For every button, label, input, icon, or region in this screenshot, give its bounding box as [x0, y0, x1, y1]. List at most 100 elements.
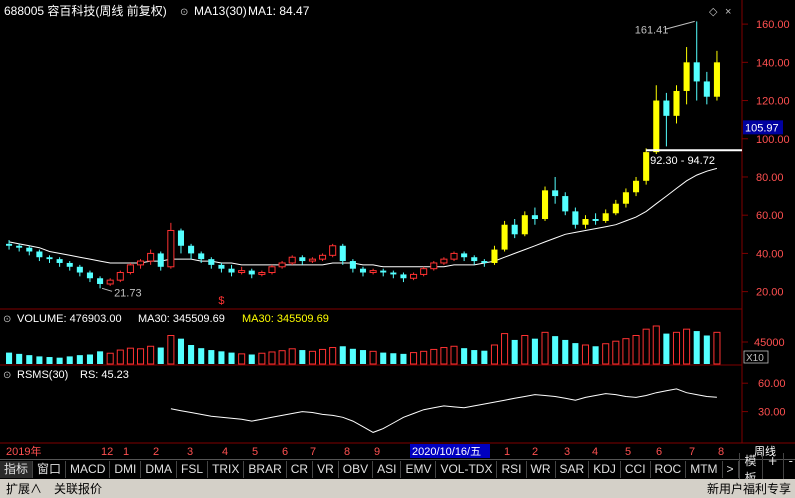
candle[interactable]: [602, 209, 609, 223]
candle[interactable]: [481, 259, 488, 267]
candle[interactable]: [430, 261, 438, 271]
tab--[interactable]: >: [723, 461, 739, 478]
candle[interactable]: [390, 270, 397, 279]
tab-cci[interactable]: CCI: [621, 461, 651, 478]
tab-brar[interactable]: BRAR: [244, 461, 287, 478]
candle[interactable]: [380, 268, 387, 277]
candle[interactable]: [76, 264, 83, 277]
rsms-panel-icon[interactable]: ⊙: [3, 370, 11, 381]
candle[interactable]: [359, 266, 367, 277]
tab-dma[interactable]: DMA: [141, 461, 178, 478]
candle[interactable]: [218, 262, 225, 273]
tab-roc[interactable]: ROC: [651, 461, 687, 478]
expand-button[interactable]: 扩展∧: [0, 480, 48, 497]
candle[interactable]: [26, 245, 33, 256]
candle[interactable]: [653, 85, 660, 155]
candle[interactable]: [308, 257, 316, 263]
volume-panel-icon[interactable]: ⊙: [3, 314, 11, 325]
candle[interactable]: [6, 240, 13, 250]
candle[interactable]: [56, 257, 63, 267]
candle[interactable]: [440, 257, 448, 265]
related-quote-button[interactable]: 关联报价: [48, 480, 108, 497]
tab-sar[interactable]: SAR: [556, 461, 590, 478]
candle[interactable]: [450, 251, 458, 262]
candle[interactable]: [461, 251, 468, 262]
candle[interactable]: [349, 259, 356, 273]
candle[interactable]: [643, 148, 650, 185]
chart-canvas[interactable]: 688005 容百科技(周线 前复权) ⊙ MA13(30) MA1: 84.4…: [0, 0, 795, 460]
tab-vol-tdx[interactable]: VOL-TDX: [436, 461, 498, 478]
tab-asi[interactable]: ASI: [373, 461, 402, 478]
candle[interactable]: [703, 71, 710, 105]
candle[interactable]: [511, 219, 518, 239]
candle[interactable]: [268, 264, 276, 275]
candle[interactable]: [167, 222, 175, 269]
candle[interactable]: [329, 243, 337, 258]
candle[interactable]: [531, 207, 538, 225]
candle[interactable]: [258, 270, 266, 277]
tab-cr[interactable]: CR: [287, 461, 314, 478]
candle[interactable]: [126, 262, 134, 275]
volume-bars[interactable]: [6, 325, 721, 365]
candle[interactable]: [541, 186, 549, 221]
candle[interactable]: [663, 92, 670, 147]
tab-obv[interactable]: OBV: [339, 461, 374, 478]
new-user-promo[interactable]: 新用户福利专享: [707, 480, 795, 497]
candle[interactable]: [683, 47, 690, 105]
candle[interactable]: [97, 276, 104, 289]
tab-vr[interactable]: VR: [313, 461, 339, 478]
candle[interactable]: [238, 266, 246, 275]
candle[interactable]: [278, 261, 286, 269]
tab-rsi[interactable]: RSI: [497, 461, 527, 478]
diamond-icon[interactable]: ◇: [709, 6, 718, 18]
candle[interactable]: [157, 251, 164, 271]
candle[interactable]: [521, 211, 528, 237]
tab-dmi[interactable]: DMI: [110, 461, 142, 478]
candle[interactable]: [248, 268, 255, 279]
candle[interactable]: [410, 272, 418, 281]
candle[interactable]: [46, 255, 53, 263]
candle[interactable]: [572, 207, 579, 229]
candle[interactable]: [188, 243, 195, 260]
candle[interactable]: [633, 176, 640, 197]
tab-wr[interactable]: WR: [527, 461, 556, 478]
tab-fsl[interactable]: FSL: [177, 461, 209, 478]
candle[interactable]: [562, 192, 569, 216]
candle[interactable]: [369, 268, 377, 275]
candle[interactable]: [208, 257, 215, 269]
candle[interactable]: [420, 266, 428, 277]
candle[interactable]: [66, 261, 73, 271]
tab-窗口[interactable]: 窗口: [33, 461, 67, 478]
candle[interactable]: [36, 249, 43, 262]
candle[interactable]: [177, 228, 185, 254]
candle[interactable]: [673, 85, 680, 124]
candle[interactable]: [612, 199, 619, 216]
tab-emv[interactable]: EMV: [401, 461, 437, 478]
candlesticks[interactable]: [6, 21, 720, 289]
candle[interactable]: [552, 176, 559, 204]
tab-mtm[interactable]: MTM: [686, 461, 723, 478]
candle[interactable]: [582, 215, 589, 229]
candle[interactable]: [147, 249, 155, 265]
candle[interactable]: [106, 278, 114, 286]
candle[interactable]: [693, 21, 700, 101]
ma-settings-icon[interactable]: ⊙: [180, 7, 188, 18]
tab-指标[interactable]: 指标: [0, 461, 34, 478]
candle[interactable]: [16, 243, 23, 252]
event-marker[interactable]: $: [218, 295, 224, 307]
candle[interactable]: [319, 253, 327, 262]
candle[interactable]: [86, 270, 93, 283]
candle[interactable]: [501, 220, 508, 252]
candle[interactable]: [491, 245, 498, 265]
candle[interactable]: [592, 213, 599, 225]
candle[interactable]: [713, 50, 720, 101]
tab-kdj[interactable]: KDJ: [589, 461, 621, 478]
tab-trix[interactable]: TRIX: [208, 461, 245, 478]
close-icon[interactable]: ×: [725, 6, 731, 18]
tab-macd[interactable]: MACD: [66, 461, 111, 478]
candle[interactable]: [471, 255, 478, 265]
candle[interactable]: [400, 272, 407, 283]
candle[interactable]: [116, 270, 124, 283]
candle[interactable]: [288, 255, 296, 265]
candle[interactable]: [136, 259, 145, 269]
